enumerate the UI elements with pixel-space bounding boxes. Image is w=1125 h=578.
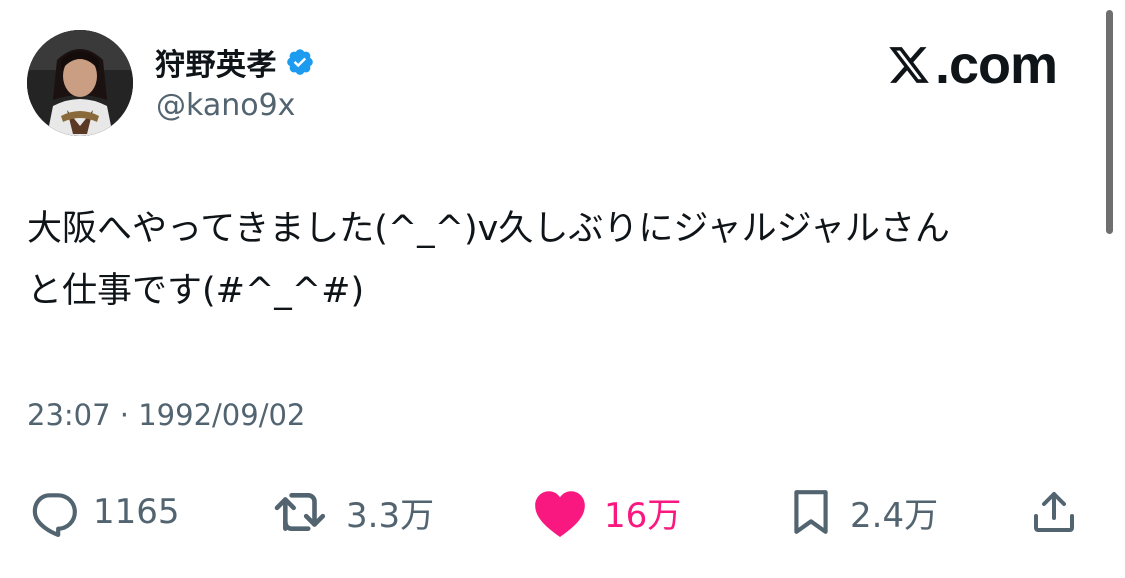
like-button[interactable]: 16万 (530, 480, 681, 544)
brand-logo: .com (887, 32, 1058, 98)
display-name[interactable]: 狩野英孝 (155, 42, 315, 83)
retweet-count: 3.3万 (346, 495, 435, 536)
profile-photo (27, 30, 133, 136)
reply-button[interactable]: 1165 (29, 480, 180, 544)
like-count: 16万 (604, 495, 682, 536)
share-button[interactable] (1030, 480, 1092, 544)
reply-icon (32, 493, 77, 537)
bookmark-icon (794, 490, 828, 534)
brand-text: .com (934, 35, 1058, 95)
retweet-button[interactable]: 3.3万 (272, 480, 434, 544)
scrollbar[interactable] (1106, 10, 1113, 234)
tweet-actions: 1165 3.3万 16万 2.4万 (0, 480, 1125, 544)
display-name-text: 狩野英孝 (155, 48, 277, 83)
user-handle[interactable]: @kano9x (156, 88, 295, 123)
share-icon (1034, 492, 1074, 532)
avatar[interactable] (27, 30, 133, 136)
tweet-timestamp[interactable]: 23:07 · 1992/09/02 (27, 398, 305, 432)
reply-count: 1165 (93, 492, 180, 532)
heart-icon (535, 491, 585, 538)
verified-badge-icon (287, 49, 313, 75)
tweet-text: 大阪へやってきました(^_^)v久しぶりにジャルジャルさん と仕事です(#^_^… (27, 209, 950, 311)
x-logo-icon (889, 47, 929, 83)
retweet-icon (274, 493, 326, 531)
bookmark-button[interactable]: 2.4万 (786, 480, 938, 544)
bookmark-count: 2.4万 (850, 495, 939, 536)
